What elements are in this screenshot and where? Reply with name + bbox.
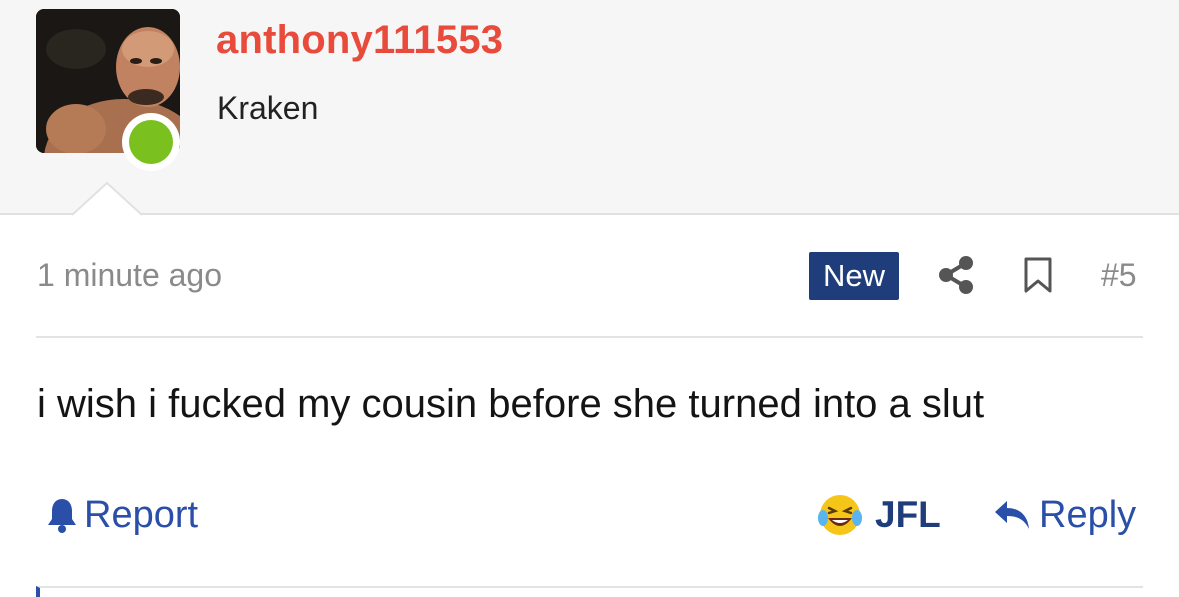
user-title: Kraken (217, 90, 319, 126)
post-card: anthony111553 Kraken 1 minute ago New #5… (0, 0, 1179, 597)
username[interactable]: anthony111553 (216, 18, 503, 63)
post-body: i wish i fucked my cousin before she tur… (37, 382, 985, 426)
laughing-tears-emoji-icon (818, 495, 862, 535)
report-label: Report (84, 493, 199, 536)
reply-label: Reply (1039, 493, 1137, 536)
divider (36, 336, 1143, 338)
reaction-button[interactable]: JFL (817, 490, 941, 540)
reaction-label: JFL (875, 494, 941, 535)
reply-button[interactable]: Reply (993, 492, 1136, 538)
pointer-arrow (72, 182, 142, 216)
next-post-card (36, 586, 1143, 597)
online-status-indicator (122, 113, 180, 171)
post-number[interactable]: #5 (1101, 257, 1137, 294)
post-timestamp[interactable]: 1 minute ago (37, 257, 222, 294)
bookmark-icon[interactable] (1023, 257, 1053, 293)
new-badge: New (809, 252, 899, 300)
bell-icon (48, 499, 76, 533)
report-button[interactable]: Report (46, 492, 198, 538)
share-icon[interactable] (938, 255, 974, 295)
reply-arrow-icon (995, 501, 1029, 529)
